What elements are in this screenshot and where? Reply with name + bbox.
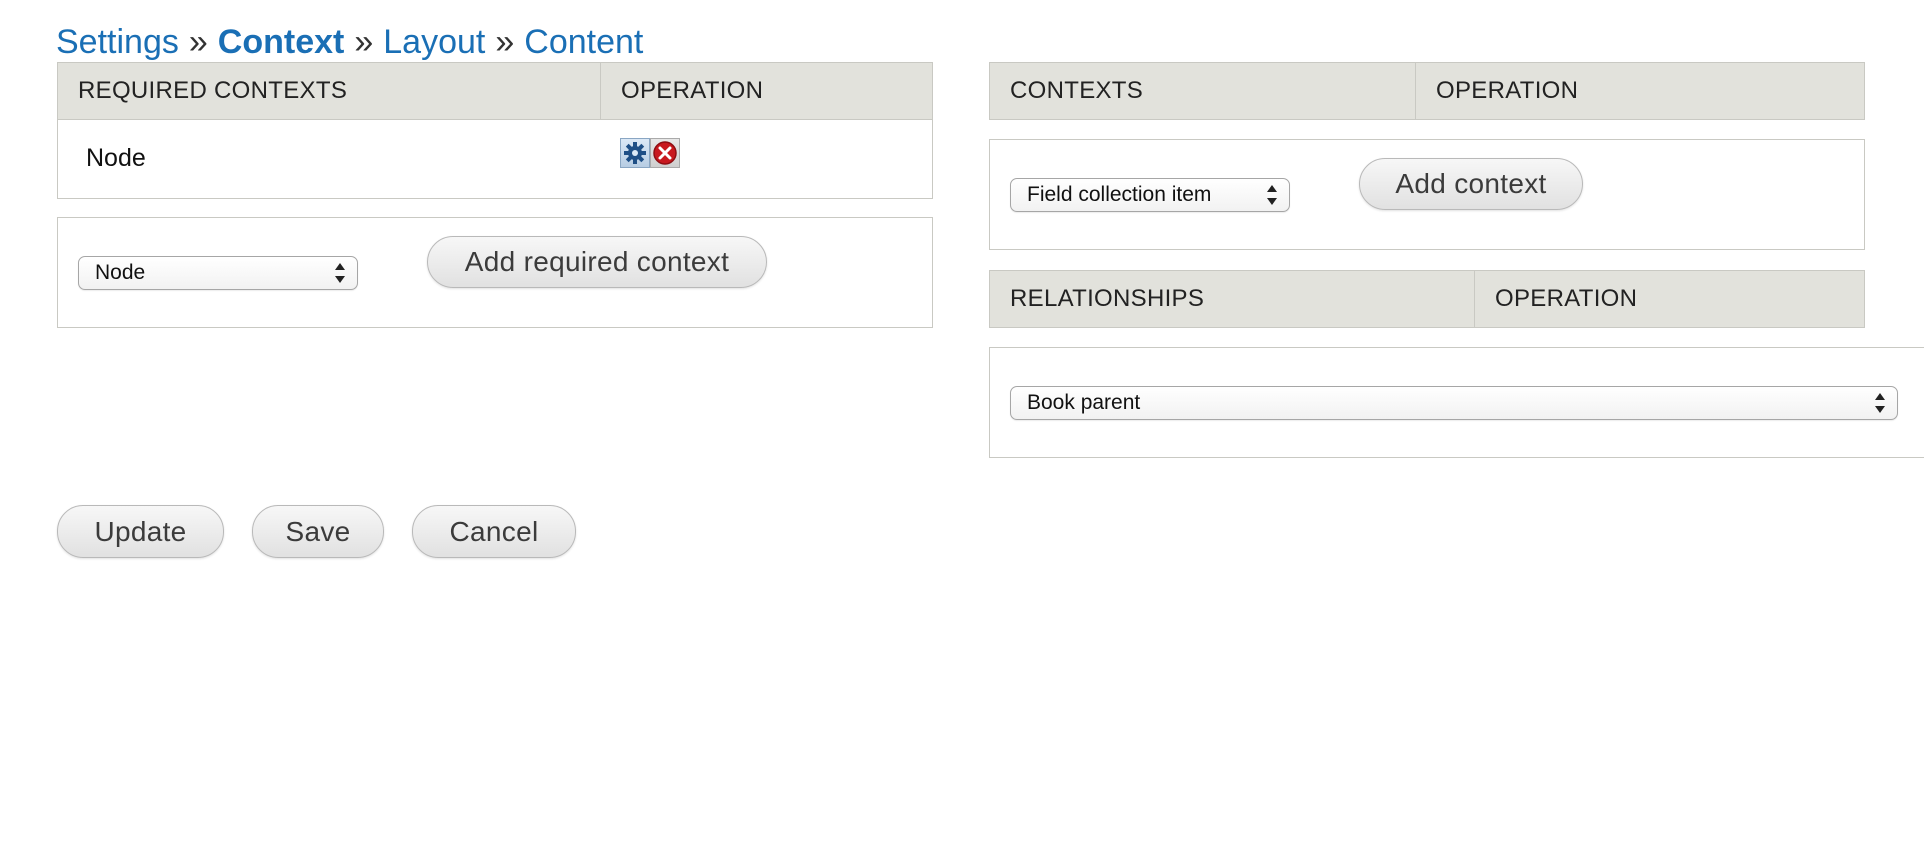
operation-column-header: OPERATION <box>600 63 932 119</box>
table-row: Node <box>57 120 933 199</box>
required-contexts-table: REQUIRED CONTEXTS OPERATION Node <box>57 62 933 199</box>
add-context-button[interactable]: Add context <box>1359 158 1583 210</box>
save-button[interactable]: Save <box>252 505 384 558</box>
required-contexts-header: REQUIRED CONTEXTS OPERATION <box>57 62 933 120</box>
contexts-table: CONTEXTS OPERATION <box>989 62 1865 120</box>
breadcrumb-layout-link[interactable]: Layout <box>383 23 485 61</box>
required-contexts-column-header: REQUIRED CONTEXTS <box>78 77 348 104</box>
breadcrumb-settings-link[interactable]: Settings <box>56 23 179 61</box>
relationships-column-header: RELATIONSHIPS <box>1010 285 1205 312</box>
relationships-table: RELATIONSHIPS OPERATION <box>989 270 1865 328</box>
select-arrows-icon <box>1875 393 1885 413</box>
context-select[interactable]: Field collection item <box>1010 178 1290 212</box>
required-context-name: Node <box>86 144 146 172</box>
breadcrumb-separator: » <box>495 23 515 61</box>
relationship-select[interactable]: Book parent <box>1010 386 1898 420</box>
context-select-value: Field collection item <box>1027 183 1212 206</box>
required-context-select-value: Node <box>95 261 146 284</box>
breadcrumb-context-link[interactable]: Context <box>218 23 345 61</box>
relationships-header: RELATIONSHIPS OPERATION <box>989 270 1865 328</box>
contexts-header: CONTEXTS OPERATION <box>989 62 1865 120</box>
breadcrumb: Settings» Context» Layout» Content <box>56 18 643 66</box>
breadcrumb-separator: » <box>188 23 208 61</box>
cancel-button[interactable]: Cancel <box>412 505 576 558</box>
contexts-column-header: CONTEXTS <box>1010 77 1144 104</box>
breadcrumb-separator: » <box>354 23 374 61</box>
update-button[interactable]: Update <box>57 505 224 558</box>
breadcrumb-content-link[interactable]: Content <box>524 23 643 61</box>
operation-column-header: OPERATION <box>1474 271 1864 327</box>
add-context-form: Field collection item Add context <box>989 139 1865 250</box>
relationship-select-value: Book parent <box>1027 391 1141 414</box>
select-arrows-icon <box>335 263 345 283</box>
select-arrows-icon <box>1267 185 1277 205</box>
add-required-context-button[interactable]: Add required context <box>427 236 767 288</box>
add-required-context-form: Node Add required context <box>57 217 933 328</box>
delete-icon[interactable] <box>650 138 680 168</box>
add-relationship-form: Book parent <box>989 347 1924 458</box>
operation-column-header: OPERATION <box>1415 63 1864 119</box>
required-context-select[interactable]: Node <box>78 256 358 290</box>
settings-icon[interactable] <box>620 138 650 168</box>
